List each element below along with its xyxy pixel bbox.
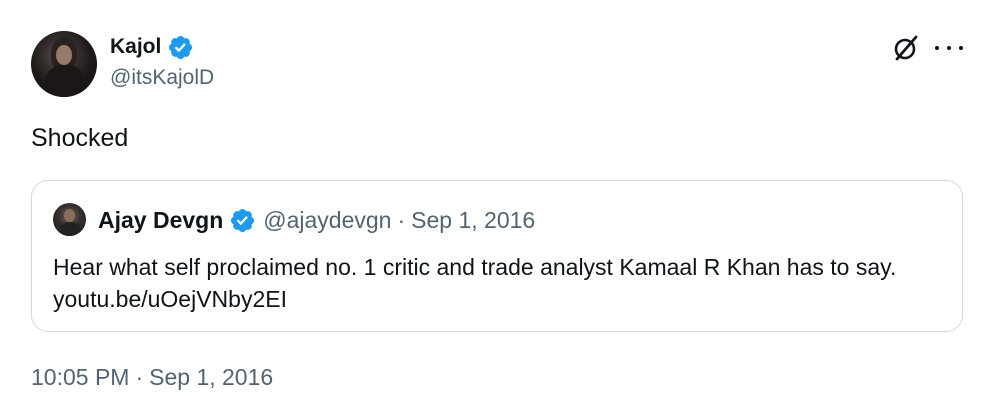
grok-icon[interactable] xyxy=(891,33,921,63)
tweet-text: Shocked xyxy=(31,124,129,152)
tweet: Kajol @itsKajolD Shocked Ajay Devgn @aja… xyxy=(0,0,988,418)
quoted-author-handle[interactable]: @ajaydevgn xyxy=(263,207,391,234)
separator-dot: · xyxy=(397,206,406,233)
more-options-icon[interactable] xyxy=(935,35,963,61)
author-display-name[interactable]: Kajol xyxy=(110,35,161,59)
avatar-body xyxy=(45,65,85,97)
more-dot xyxy=(947,46,951,50)
author-avatar[interactable] xyxy=(31,31,97,97)
tweet-timestamp[interactable]: 10:05 PM · Sep 1, 2016 xyxy=(31,364,273,391)
tweet-time[interactable]: 10:05 PM xyxy=(31,364,129,391)
more-dot xyxy=(959,46,963,50)
avatar-face xyxy=(56,45,72,65)
quoted-tweet-body: Hear what self proclaimed no. 1 critic a… xyxy=(53,254,897,280)
separator-dot: · xyxy=(135,364,144,390)
quoted-author-display-name[interactable]: Ajay Devgn xyxy=(98,207,223,234)
quoted-author-avatar[interactable] xyxy=(53,203,86,236)
quoted-tweet-header: Ajay Devgn @ajaydevgn · Sep 1, 2016 xyxy=(98,206,535,234)
quoted-tweet-text: Hear what self proclaimed no. 1 critic a… xyxy=(53,251,953,315)
verified-badge-icon xyxy=(231,208,255,232)
author-handle[interactable]: @itsKajolD xyxy=(110,66,214,90)
author-name-row: Kajol xyxy=(110,33,194,61)
verified-badge-icon xyxy=(169,35,193,59)
quoted-tweet[interactable]: Ajay Devgn @ajaydevgn · Sep 1, 2016 Hear… xyxy=(31,180,963,332)
tweet-date[interactable]: Sep 1, 2016 xyxy=(149,364,273,391)
more-dot xyxy=(935,46,939,50)
quoted-tweet-link[interactable]: youtu.be/uOejVNby2EI xyxy=(53,286,287,312)
avatar-body xyxy=(59,222,81,236)
quoted-tweet-date[interactable]: Sep 1, 2016 xyxy=(411,207,535,234)
avatar-face xyxy=(64,209,75,222)
